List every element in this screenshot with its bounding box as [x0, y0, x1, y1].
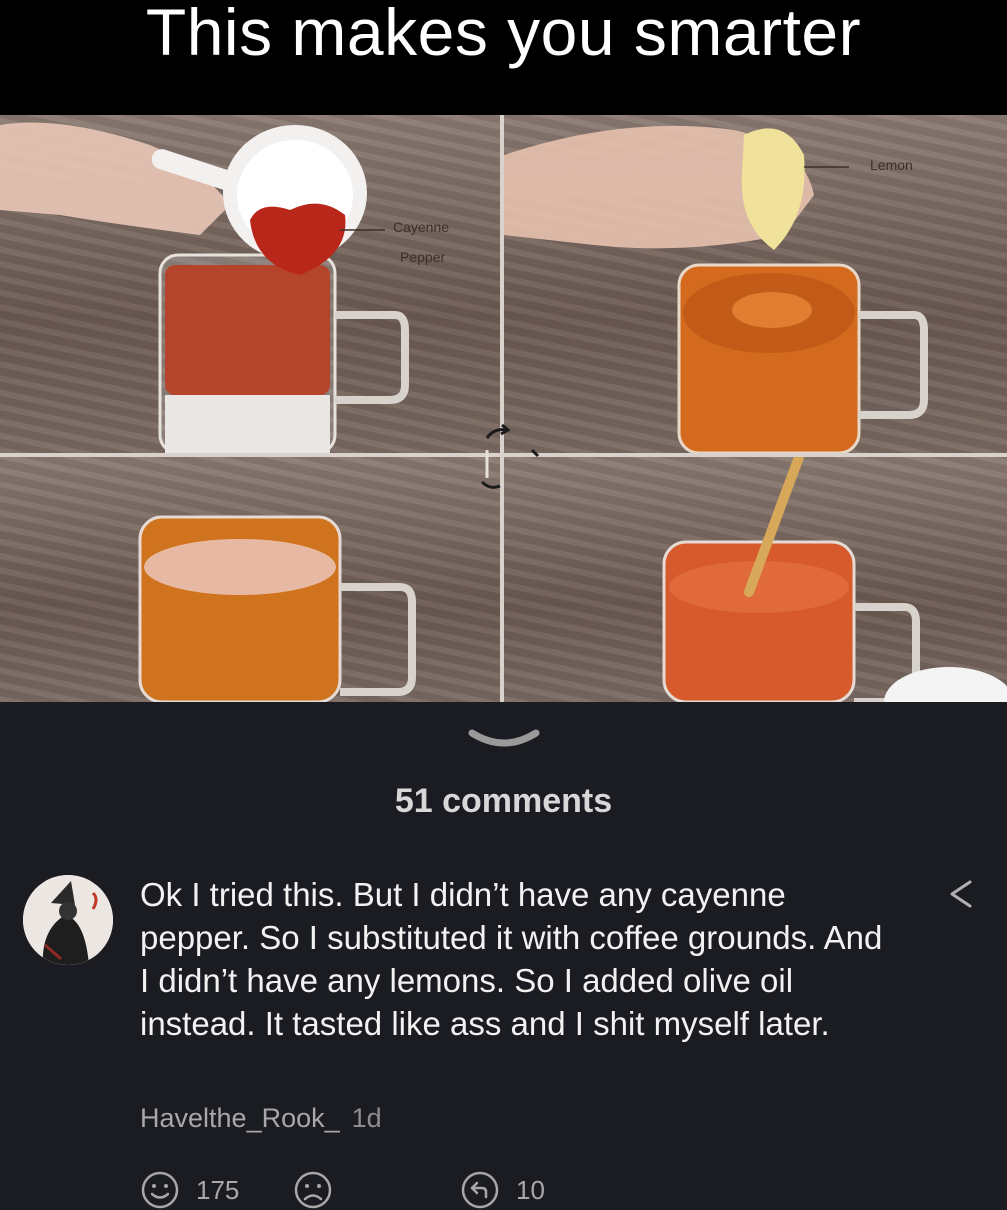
like-count: 175 — [196, 1174, 240, 1205]
frown-icon — [294, 1171, 332, 1209]
reply-icon — [461, 1171, 499, 1209]
comments-count: 51 comments — [394, 782, 613, 820]
panel-stir — [504, 457, 1007, 702]
comment-text: Ok I tried this. But I didn’t have any c… — [140, 876, 883, 1042]
label-cayenne: Cayenne — [393, 219, 450, 235]
comment-age: 1d — [351, 1103, 382, 1133]
share-icon[interactable] — [946, 878, 976, 912]
label-lemon: Lemon — [870, 157, 913, 173]
comment-meta: Havelthe_Rook_ 1d — [140, 1103, 382, 1134]
label-pepper: Pepper — [400, 249, 446, 265]
reply-button[interactable]: 10 — [460, 1170, 545, 1210]
comment-author[interactable]: Havelthe_Rook_ — [140, 1103, 340, 1133]
panel-lemon: Lemon — [504, 115, 1007, 453]
meme-title: This makes you smarter — [145, 0, 862, 69]
panel-divider-vertical — [500, 115, 504, 702]
cycle-arrows-icon — [480, 423, 540, 489]
downvote-button[interactable] — [293, 1170, 333, 1210]
avatar[interactable] — [23, 875, 113, 965]
panel-tea — [0, 457, 500, 702]
reply-count: 10 — [516, 1174, 545, 1205]
panel-cayenne: Cayenne Pepper — [0, 115, 500, 453]
meme-image[interactable]: Cayenne Pepper Lemon — [0, 115, 1007, 702]
upvote-button[interactable]: 175 — [140, 1170, 239, 1210]
meme-header: This makes you smarter — [0, 0, 1007, 115]
smile-icon — [141, 1171, 179, 1209]
chevron-down-icon[interactable] — [468, 727, 540, 751]
